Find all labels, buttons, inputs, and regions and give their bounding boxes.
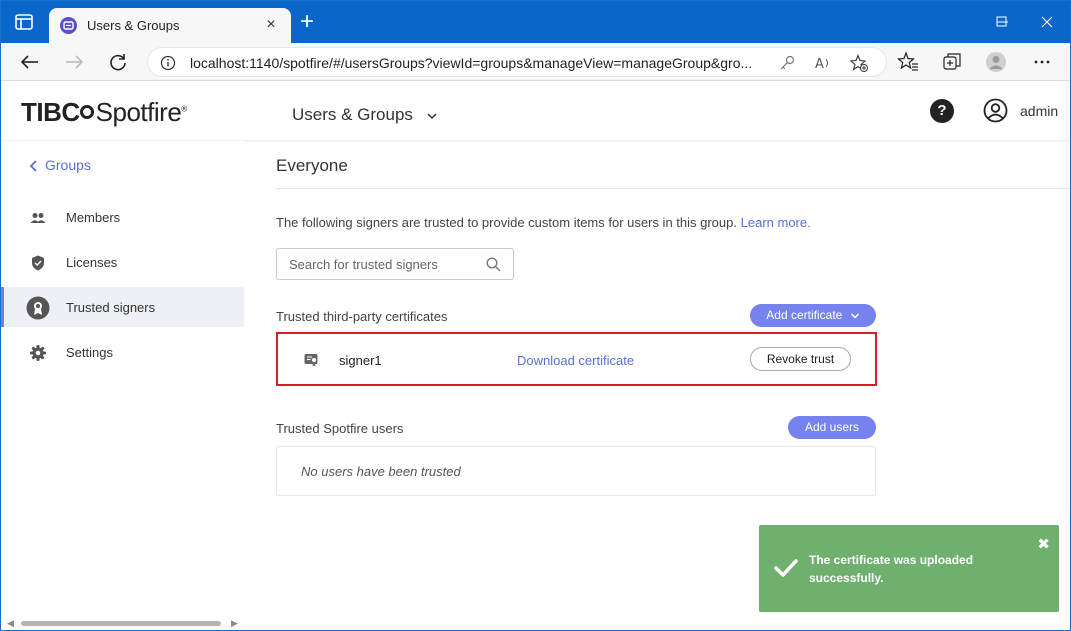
app-title: Users & Groups	[292, 105, 413, 124]
shield-icon	[32, 255, 44, 271]
success-toast: The certificate was uploaded successfull…	[759, 525, 1059, 612]
app-header: TIBC Spotfire® Users & Groups ? admin	[1, 81, 1070, 140]
sidebar-item-label: Licenses	[66, 255, 118, 270]
user-avatar-icon[interactable]	[983, 98, 1008, 123]
divider	[276, 188, 1070, 189]
user-name[interactable]: admin	[1020, 103, 1058, 119]
collections-icon[interactable]	[941, 51, 963, 73]
read-aloud-icon[interactable]: A	[814, 54, 832, 72]
profile-avatar-icon[interactable]	[985, 51, 1007, 73]
back-arrow-icon[interactable]	[17, 49, 43, 75]
page-title: Everyone	[276, 156, 348, 175]
gear-icon	[30, 345, 46, 361]
toast-message: The certificate was uploaded successfull…	[809, 553, 974, 585]
checkmark-icon	[774, 559, 798, 577]
favorites-icon[interactable]	[897, 51, 919, 73]
sidebar-item-label: Settings	[66, 345, 113, 360]
svg-text:A: A	[815, 57, 824, 72]
add-users-button[interactable]: Add users	[788, 416, 876, 439]
tab-close-icon[interactable]: ×	[263, 17, 279, 33]
certificate-row: signer1 Download certificate Revoke trus…	[276, 332, 877, 386]
address-bar[interactable]: localhost:1140/spotfire/#/usersGroups?vi…	[147, 47, 887, 77]
certificate-icon	[304, 354, 318, 367]
forward-arrow-icon[interactable]	[61, 49, 87, 75]
sidebar-item-settings[interactable]: Settings	[1, 332, 244, 372]
spotfire-users-section-title: Trusted Spotfire users	[276, 421, 404, 436]
refresh-icon[interactable]	[105, 49, 131, 75]
members-icon	[30, 213, 46, 223]
browser-window: Users & Groups × + localhost:1140/spotfi…	[0, 0, 1071, 631]
browser-tab[interactable]: Users & Groups ×	[49, 8, 291, 43]
download-certificate-link[interactable]: Download certificate	[517, 353, 634, 368]
learn-more-link[interactable]: Learn more.	[741, 215, 811, 230]
tab-actions-icon[interactable]	[15, 14, 33, 30]
sidebar-item-licenses[interactable]: Licenses	[1, 242, 244, 282]
chevron-down-icon	[427, 112, 437, 119]
horizontal-scrollbar[interactable]: ◀ ▶	[1, 616, 244, 630]
chevron-left-icon	[29, 160, 37, 172]
scroll-right-icon[interactable]: ▶	[231, 618, 238, 629]
trusted-users-list: No users have been trusted	[276, 446, 876, 496]
tab-title: Users & Groups	[87, 18, 180, 33]
back-to-groups-link[interactable]: Groups	[29, 157, 91, 173]
new-tab-icon[interactable]: +	[297, 10, 317, 34]
revoke-trust-button[interactable]: Revoke trust	[750, 347, 851, 371]
search-placeholder: Search for trusted signers	[289, 257, 438, 272]
third-party-section-title: Trusted third-party certificates	[276, 309, 448, 324]
spotfire-favicon-icon	[60, 17, 77, 34]
url-text: localhost:1140/spotfire/#/usersGroups?vi…	[190, 55, 753, 71]
description-text: The following signers are trusted to pro…	[276, 215, 811, 230]
maximize-icon[interactable]	[978, 1, 1024, 43]
sidebar-item-label: Trusted signers	[66, 300, 156, 315]
more-options-icon[interactable]	[1031, 51, 1053, 73]
active-indicator	[1, 287, 4, 327]
add-favorite-icon[interactable]	[850, 54, 868, 72]
sidebar-item-trusted-signers[interactable]: Trusted signers	[1, 287, 244, 327]
add-certificate-button[interactable]: Add certificate	[750, 304, 876, 327]
scrollbar-thumb[interactable]	[21, 621, 221, 626]
scroll-left-icon[interactable]: ◀	[7, 618, 14, 629]
title-bar: Users & Groups × +	[1, 1, 1070, 43]
badge-icon	[26, 296, 50, 320]
help-icon[interactable]: ?	[930, 99, 954, 123]
sidebar-item-members[interactable]: Members	[1, 197, 244, 237]
certificate-name: signer1	[339, 353, 382, 368]
site-info-icon[interactable]	[160, 55, 176, 71]
tibco-spotfire-logo[interactable]: TIBC Spotfire®	[21, 97, 187, 128]
sidebar: Groups Members Licenses Trusted signers …	[1, 141, 244, 630]
empty-state-text: No users have been trusted	[301, 464, 461, 479]
sidebar-item-label: Members	[66, 210, 121, 225]
chevron-down-icon	[850, 313, 859, 319]
key-icon[interactable]	[778, 54, 796, 72]
toast-close-icon[interactable]: ✖	[1037, 537, 1050, 552]
app-switcher[interactable]: Users & Groups	[292, 105, 438, 125]
search-trusted-signers-input[interactable]: Search for trusted signers	[276, 248, 514, 280]
search-icon	[486, 257, 501, 272]
close-window-icon[interactable]	[1024, 1, 1070, 43]
browser-toolbar: localhost:1140/spotfire/#/usersGroups?vi…	[1, 43, 1070, 81]
